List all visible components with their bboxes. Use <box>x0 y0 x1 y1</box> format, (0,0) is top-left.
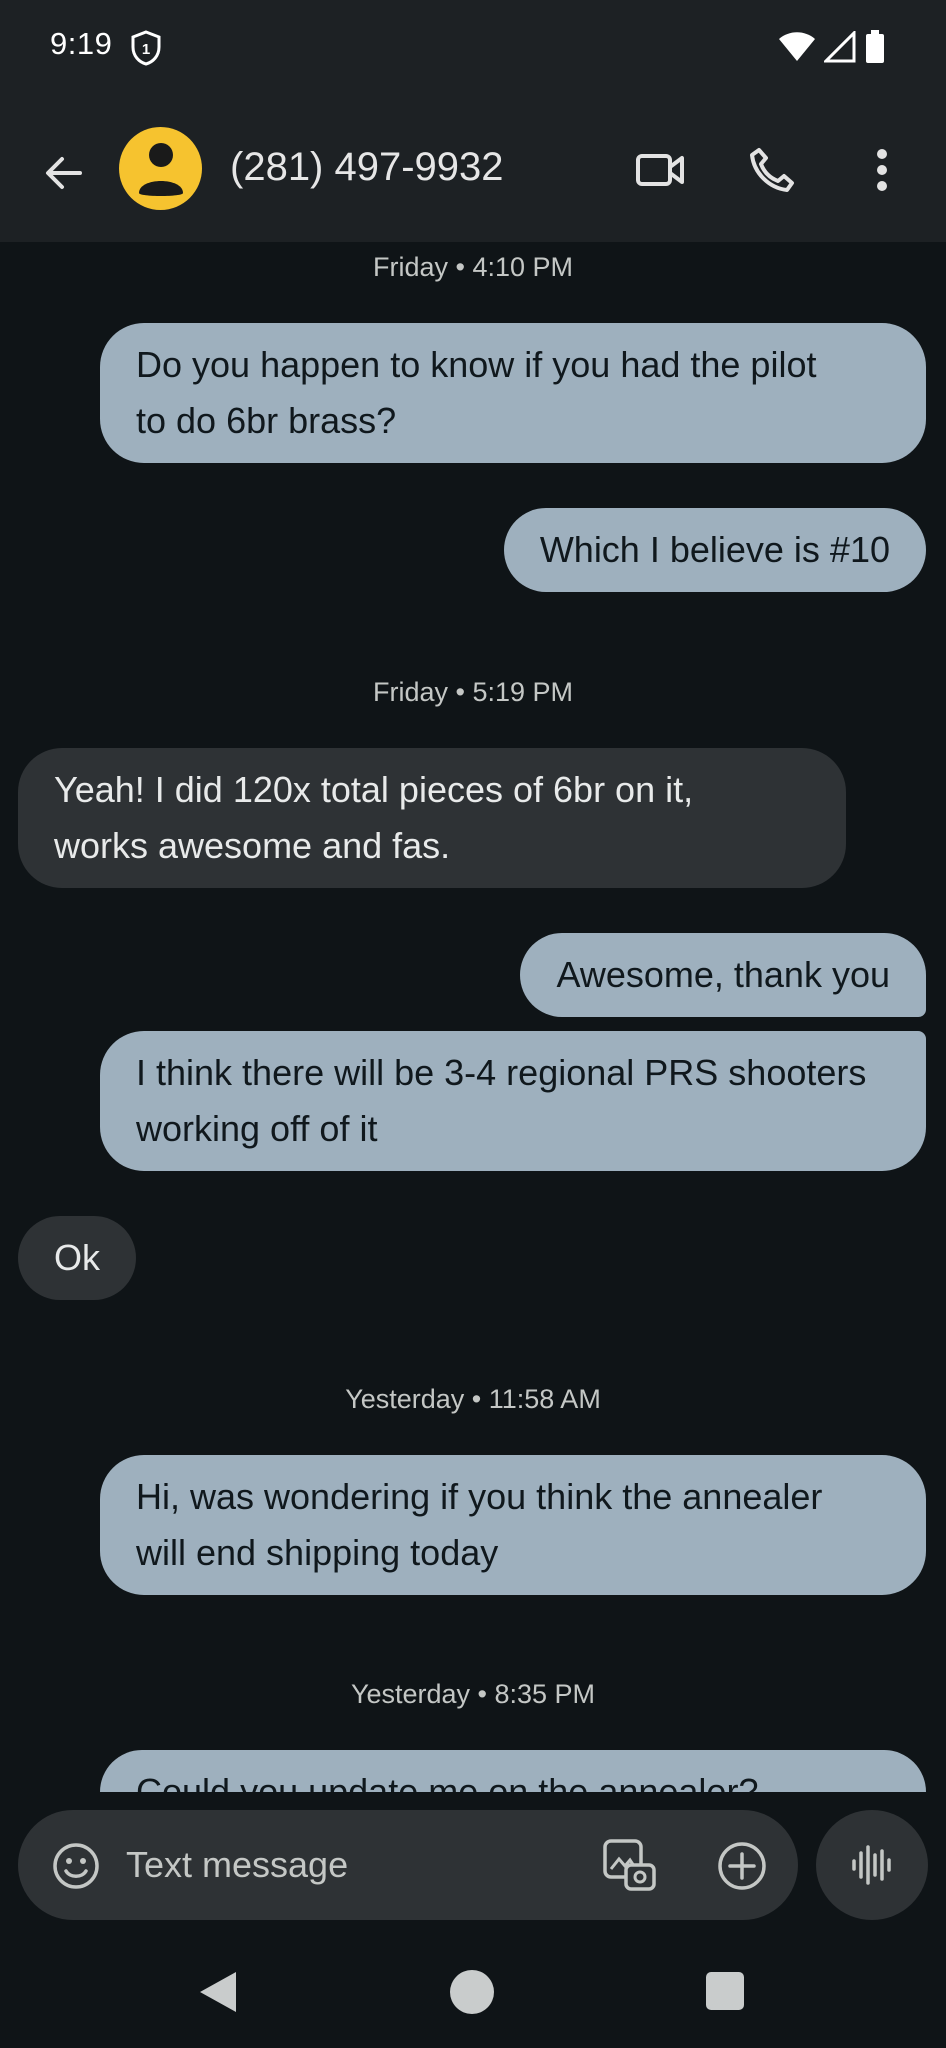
nav-home-icon[interactable] <box>450 1970 494 2014</box>
emoji-icon <box>53 1843 99 1889</box>
back-button[interactable] <box>36 145 92 201</box>
battery-icon <box>866 30 884 63</box>
conversation-header: (281) 497-9932 <box>0 95 946 242</box>
message-line: Awesome, thank you <box>556 954 890 995</box>
message-line: Hi, was wondering if you think the annea… <box>136 1476 823 1517</box>
message-line: Yeah! I did 120x total pieces of 6br on … <box>54 769 694 810</box>
cell-signal-icon <box>824 31 856 63</box>
status-time: 9:19 <box>50 26 113 61</box>
contact-title[interactable]: (281) 497-9932 <box>230 145 504 190</box>
shield-icon: 1 <box>130 30 162 66</box>
nav-recents-icon[interactable] <box>706 1972 744 2010</box>
voice-waveform-icon <box>852 1845 891 1885</box>
incoming-message[interactable]: Ok <box>18 1216 137 1300</box>
message-input[interactable] <box>126 1834 546 1896</box>
phone-icon <box>750 148 794 192</box>
wifi-icon <box>779 32 815 61</box>
timestamp: Yesterday • 11:58 AM <box>345 1384 601 1414</box>
outgoing-message[interactable]: Which I believe is #10 <box>503 508 926 592</box>
status-bar: 9:19 1 <box>0 0 946 95</box>
message-line: Which I believe is #10 <box>539 529 890 570</box>
more-options-button[interactable] <box>862 140 902 200</box>
incoming-message[interactable]: Yeah! I did 120x total pieces of 6br on … <box>18 748 846 888</box>
message-line: to do 6br brass? <box>136 400 397 441</box>
voice-message-button[interactable] <box>816 1810 928 1920</box>
status-icons <box>778 30 886 64</box>
outgoing-message[interactable]: Awesome, thank you <box>520 933 926 1017</box>
call-button[interactable] <box>742 140 802 200</box>
video-call-icon <box>636 154 684 186</box>
timestamp: Friday • 5:19 PM <box>372 677 574 707</box>
video-call-button[interactable] <box>630 140 690 200</box>
gallery-icon <box>603 1839 656 1891</box>
message-line: Ok <box>54 1237 101 1278</box>
composer-bar <box>0 1792 946 1942</box>
avatar[interactable] <box>119 127 202 210</box>
more-vert-icon <box>877 149 887 191</box>
message-line: works awesome and fas. <box>54 825 451 866</box>
message-line: Do you happen to know if you had the pil… <box>136 344 817 385</box>
outgoing-message[interactable]: Hi, was wondering if you think the annea… <box>100 1455 926 1595</box>
outgoing-message[interactable]: I think there will be 3-4 regional PRS s… <box>100 1031 926 1171</box>
message-line: Could you update me on the annealer? <box>136 1771 759 1792</box>
timestamp: Yesterday • 8:35 PM <box>350 1679 596 1709</box>
outgoing-message[interactable]: Do you happen to know if you had the pil… <box>100 323 926 463</box>
message-line: I think there will be 3-4 regional PRS s… <box>136 1052 867 1093</box>
person-icon <box>138 142 183 196</box>
add-circle-icon <box>718 1842 766 1890</box>
emoji-button[interactable] <box>48 1838 104 1894</box>
arrow-back-icon <box>46 157 82 189</box>
system-nav-bar <box>0 1942 946 2048</box>
gallery-button[interactable] <box>598 1834 662 1898</box>
message-line: will end shipping today <box>136 1532 499 1573</box>
shield-badge-text: 1 <box>142 41 150 58</box>
outgoing-message[interactable]: Could you update me on the annealer? <box>100 1750 926 1792</box>
nav-back-icon[interactable] <box>198 1970 238 2014</box>
timestamp: Friday • 4:10 PM <box>372 252 574 282</box>
message-thread[interactable]: Friday • 4:10 PM Do you happen to know i… <box>0 242 946 1792</box>
message-line: working off of it <box>136 1108 378 1149</box>
compose-field[interactable] <box>18 1810 798 1920</box>
add-attachment-button[interactable] <box>712 1836 772 1896</box>
